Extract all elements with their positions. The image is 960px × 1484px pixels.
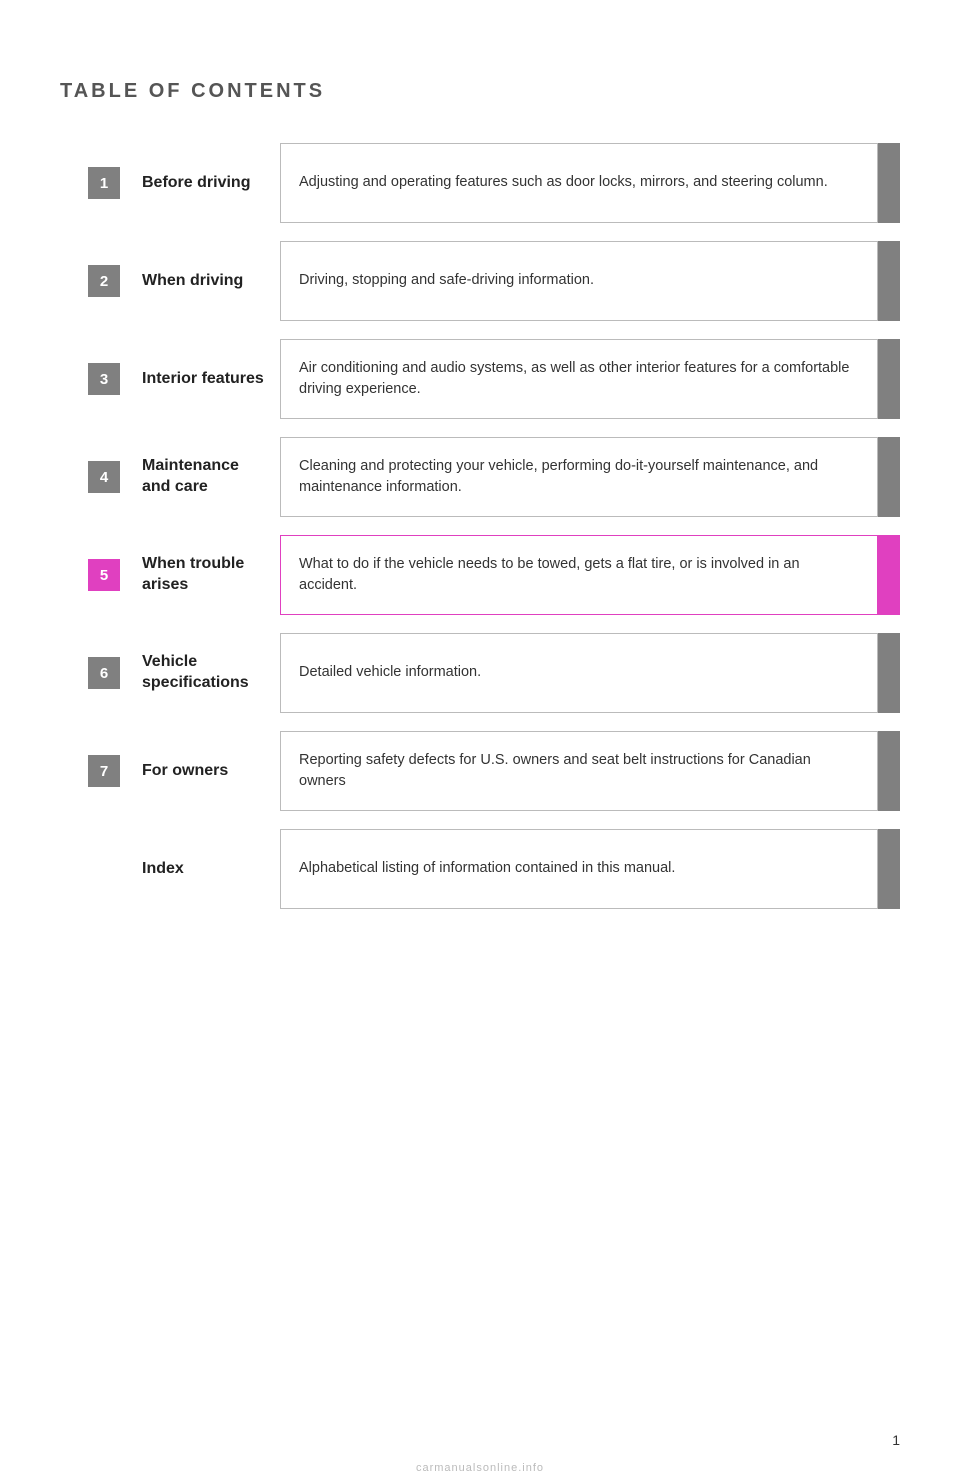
entry-title-when-trouble-arises: When trouble arises [142,554,266,596]
entry-right-accent-maintenance-and-care [878,437,900,517]
toc-entry-maintenance-and-care[interactable]: 4 Maintenance and care Cleaning and protec… [60,437,900,517]
entry-number-maintenance-and-care: 4 [88,461,120,493]
entry-left-interior-features: 3 Interior features [60,339,280,419]
entry-title-maintenance-and-care: Maintenance and care [142,456,266,498]
entry-right-accent-when-trouble-arises [878,535,900,615]
entry-title-interior-features: Interior features [142,369,264,390]
entry-description-for-owners: Reporting safety defects for U.S. owners… [280,731,878,811]
entry-left-before-driving: 1 Before driving [60,143,280,223]
entry-left-index: Index [60,829,280,909]
entry-number-interior-features: 3 [88,363,120,395]
entry-left-when-trouble-arises: 5 When trouble arises [60,535,280,615]
entry-description-index: Alphabetical listing of information cont… [280,829,878,909]
entry-title-vehicle-specifications: Vehicle specifications [142,652,266,694]
entry-description-when-trouble-arises: What to do if the vehicle needs to be to… [280,535,878,615]
toc-entries: 1 Before driving Adjusting and operating f… [60,143,900,909]
entry-title-index: Index [142,859,184,880]
toc-entry-when-driving[interactable]: 2 When driving Driving, stopping and safe-… [60,241,900,321]
entry-number-index [88,853,120,885]
entry-title-before-driving: Before driving [142,173,250,194]
entry-right-accent-before-driving [878,143,900,223]
entry-number-for-owners: 7 [88,755,120,787]
entry-right-accent-for-owners [878,731,900,811]
entry-left-when-driving: 2 When driving [60,241,280,321]
entry-right-accent-when-driving [878,241,900,321]
page-container: TABLE OF CONTENTS 1 Before driving Adjusti… [0,0,960,1484]
entry-right-accent-index [878,829,900,909]
toc-entry-when-trouble-arises[interactable]: 5 When trouble arises What to do if the ve… [60,535,900,615]
toc-entry-interior-features[interactable]: 3 Interior features Air conditioning and a… [60,339,900,419]
entry-right-accent-vehicle-specifications [878,633,900,713]
watermark: carmanualsonline.info [0,1462,960,1474]
entry-description-vehicle-specifications: Detailed vehicle information. [280,633,878,713]
toc-entry-index[interactable]: Index Alphabetical listing of information… [60,829,900,909]
entry-description-maintenance-and-care: Cleaning and protecting your vehicle, pe… [280,437,878,517]
page-number: 1 [892,1432,900,1448]
entry-left-for-owners: 7 For owners [60,731,280,811]
toc-entry-for-owners[interactable]: 7 For owners Reporting safety defects for … [60,731,900,811]
entry-title-when-driving: When driving [142,271,243,292]
entry-description-when-driving: Driving, stopping and safe-driving infor… [280,241,878,321]
toc-entry-vehicle-specifications[interactable]: 6 Vehicle specifications Detailed vehicle … [60,633,900,713]
entry-number-when-trouble-arises: 5 [88,559,120,591]
entry-number-before-driving: 1 [88,167,120,199]
entry-description-interior-features: Air conditioning and audio systems, as w… [280,339,878,419]
entry-description-before-driving: Adjusting and operating features such as… [280,143,878,223]
entry-left-maintenance-and-care: 4 Maintenance and care [60,437,280,517]
page-title: TABLE OF CONTENTS [60,80,900,103]
entry-number-vehicle-specifications: 6 [88,657,120,689]
entry-left-vehicle-specifications: 6 Vehicle specifications [60,633,280,713]
toc-entry-before-driving[interactable]: 1 Before driving Adjusting and operating f… [60,143,900,223]
entry-number-when-driving: 2 [88,265,120,297]
entry-right-accent-interior-features [878,339,900,419]
entry-title-for-owners: For owners [142,761,228,782]
